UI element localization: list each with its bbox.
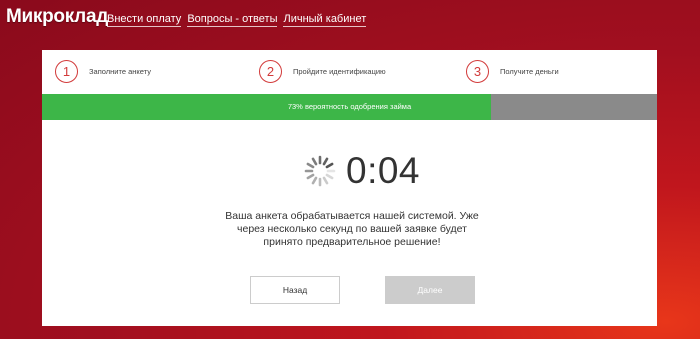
step-label: Заполните анкету: [89, 67, 151, 76]
step-number: 2: [259, 60, 282, 83]
step-get-money: 3 Получите деньги: [466, 60, 559, 83]
step-number: 1: [55, 60, 78, 83]
step-label: Получите деньги: [500, 67, 559, 76]
progress-label: 73% вероятность одобрения займа: [287, 102, 412, 111]
next-button[interactable]: Далее: [385, 276, 475, 304]
nav-link-payment[interactable]: Внести оплату: [107, 13, 182, 27]
step-identification: 2 Пройдите идентификацию: [259, 60, 386, 83]
application-card: 1 Заполните анкету 2 Пройдите идентифика…: [42, 50, 657, 326]
step-label: Пройдите идентификацию: [293, 67, 386, 76]
countdown-timer: 0:04: [346, 150, 421, 191]
processing-message: Ваша анкета обрабатывается нашей системо…: [225, 210, 479, 248]
site-header: Микроклад Внести оплату Вопросы - ответы…: [0, 0, 700, 40]
nav-link-account[interactable]: Личный кабинет: [283, 13, 367, 27]
step-fill-form: 1 Заполните анкету: [55, 60, 151, 83]
brand-logo[interactable]: Микроклад: [6, 6, 108, 28]
main-nav: Внести оплату Вопросы - ответы Личный ка…: [107, 13, 367, 27]
back-button[interactable]: Назад: [250, 276, 340, 304]
step-number: 3: [466, 60, 489, 83]
timer-row: 0:04: [304, 150, 420, 192]
steps-bar: 1 Заполните анкету 2 Пройдите идентифика…: [42, 50, 657, 94]
nav-link-faq[interactable]: Вопросы - ответы: [187, 13, 278, 27]
approval-progress-bar: 73% вероятность одобрения займа: [42, 94, 657, 120]
loading-spinner-icon: [304, 155, 336, 187]
